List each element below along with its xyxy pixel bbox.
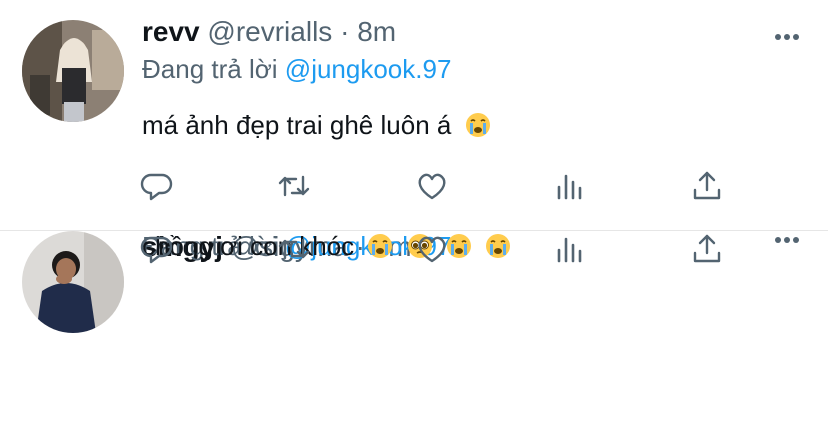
loudly-crying-face-emoji bbox=[465, 113, 490, 137]
separator: · bbox=[340, 16, 350, 47]
share-icon[interactable] bbox=[689, 168, 725, 204]
retweet-icon[interactable] bbox=[276, 168, 312, 204]
tweet-actions bbox=[0, 231, 828, 267]
reply-icon[interactable] bbox=[140, 168, 176, 204]
tweet[interactable]: singyj @sigyma · 6m Đang trả lời @jungko… bbox=[0, 230, 828, 443]
retweet-icon[interactable] bbox=[276, 231, 312, 267]
analytics-icon[interactable] bbox=[552, 168, 588, 204]
avatar[interactable] bbox=[22, 20, 124, 122]
analytics-icon[interactable] bbox=[552, 231, 588, 267]
tweet-text-content: má ảnh đẹp trai ghê luôn á bbox=[142, 110, 452, 140]
tweet-text: má ảnh đẹp trai ghê luôn á bbox=[142, 110, 491, 140]
tweet-actions bbox=[0, 168, 828, 204]
like-icon[interactable] bbox=[414, 231, 450, 267]
mention-link[interactable]: @jungkook.97 bbox=[285, 54, 452, 84]
replying-to: Đang trả lời @jungkook.97 bbox=[142, 54, 451, 84]
display-name[interactable]: revv bbox=[142, 16, 200, 47]
reply-icon[interactable] bbox=[140, 231, 176, 267]
tweet-header: revv @revrialls · 8m bbox=[142, 16, 396, 48]
tweet[interactable]: revv @revrialls · 8m Đang trả lời @jungk… bbox=[0, 0, 828, 230]
share-icon[interactable] bbox=[689, 231, 725, 267]
user-handle[interactable]: @revrialls bbox=[207, 16, 332, 47]
more-options-icon[interactable] bbox=[774, 28, 800, 40]
replying-to-label: Đang trả lời bbox=[142, 54, 278, 84]
timestamp[interactable]: 8m bbox=[357, 16, 396, 47]
like-icon[interactable] bbox=[414, 168, 450, 204]
